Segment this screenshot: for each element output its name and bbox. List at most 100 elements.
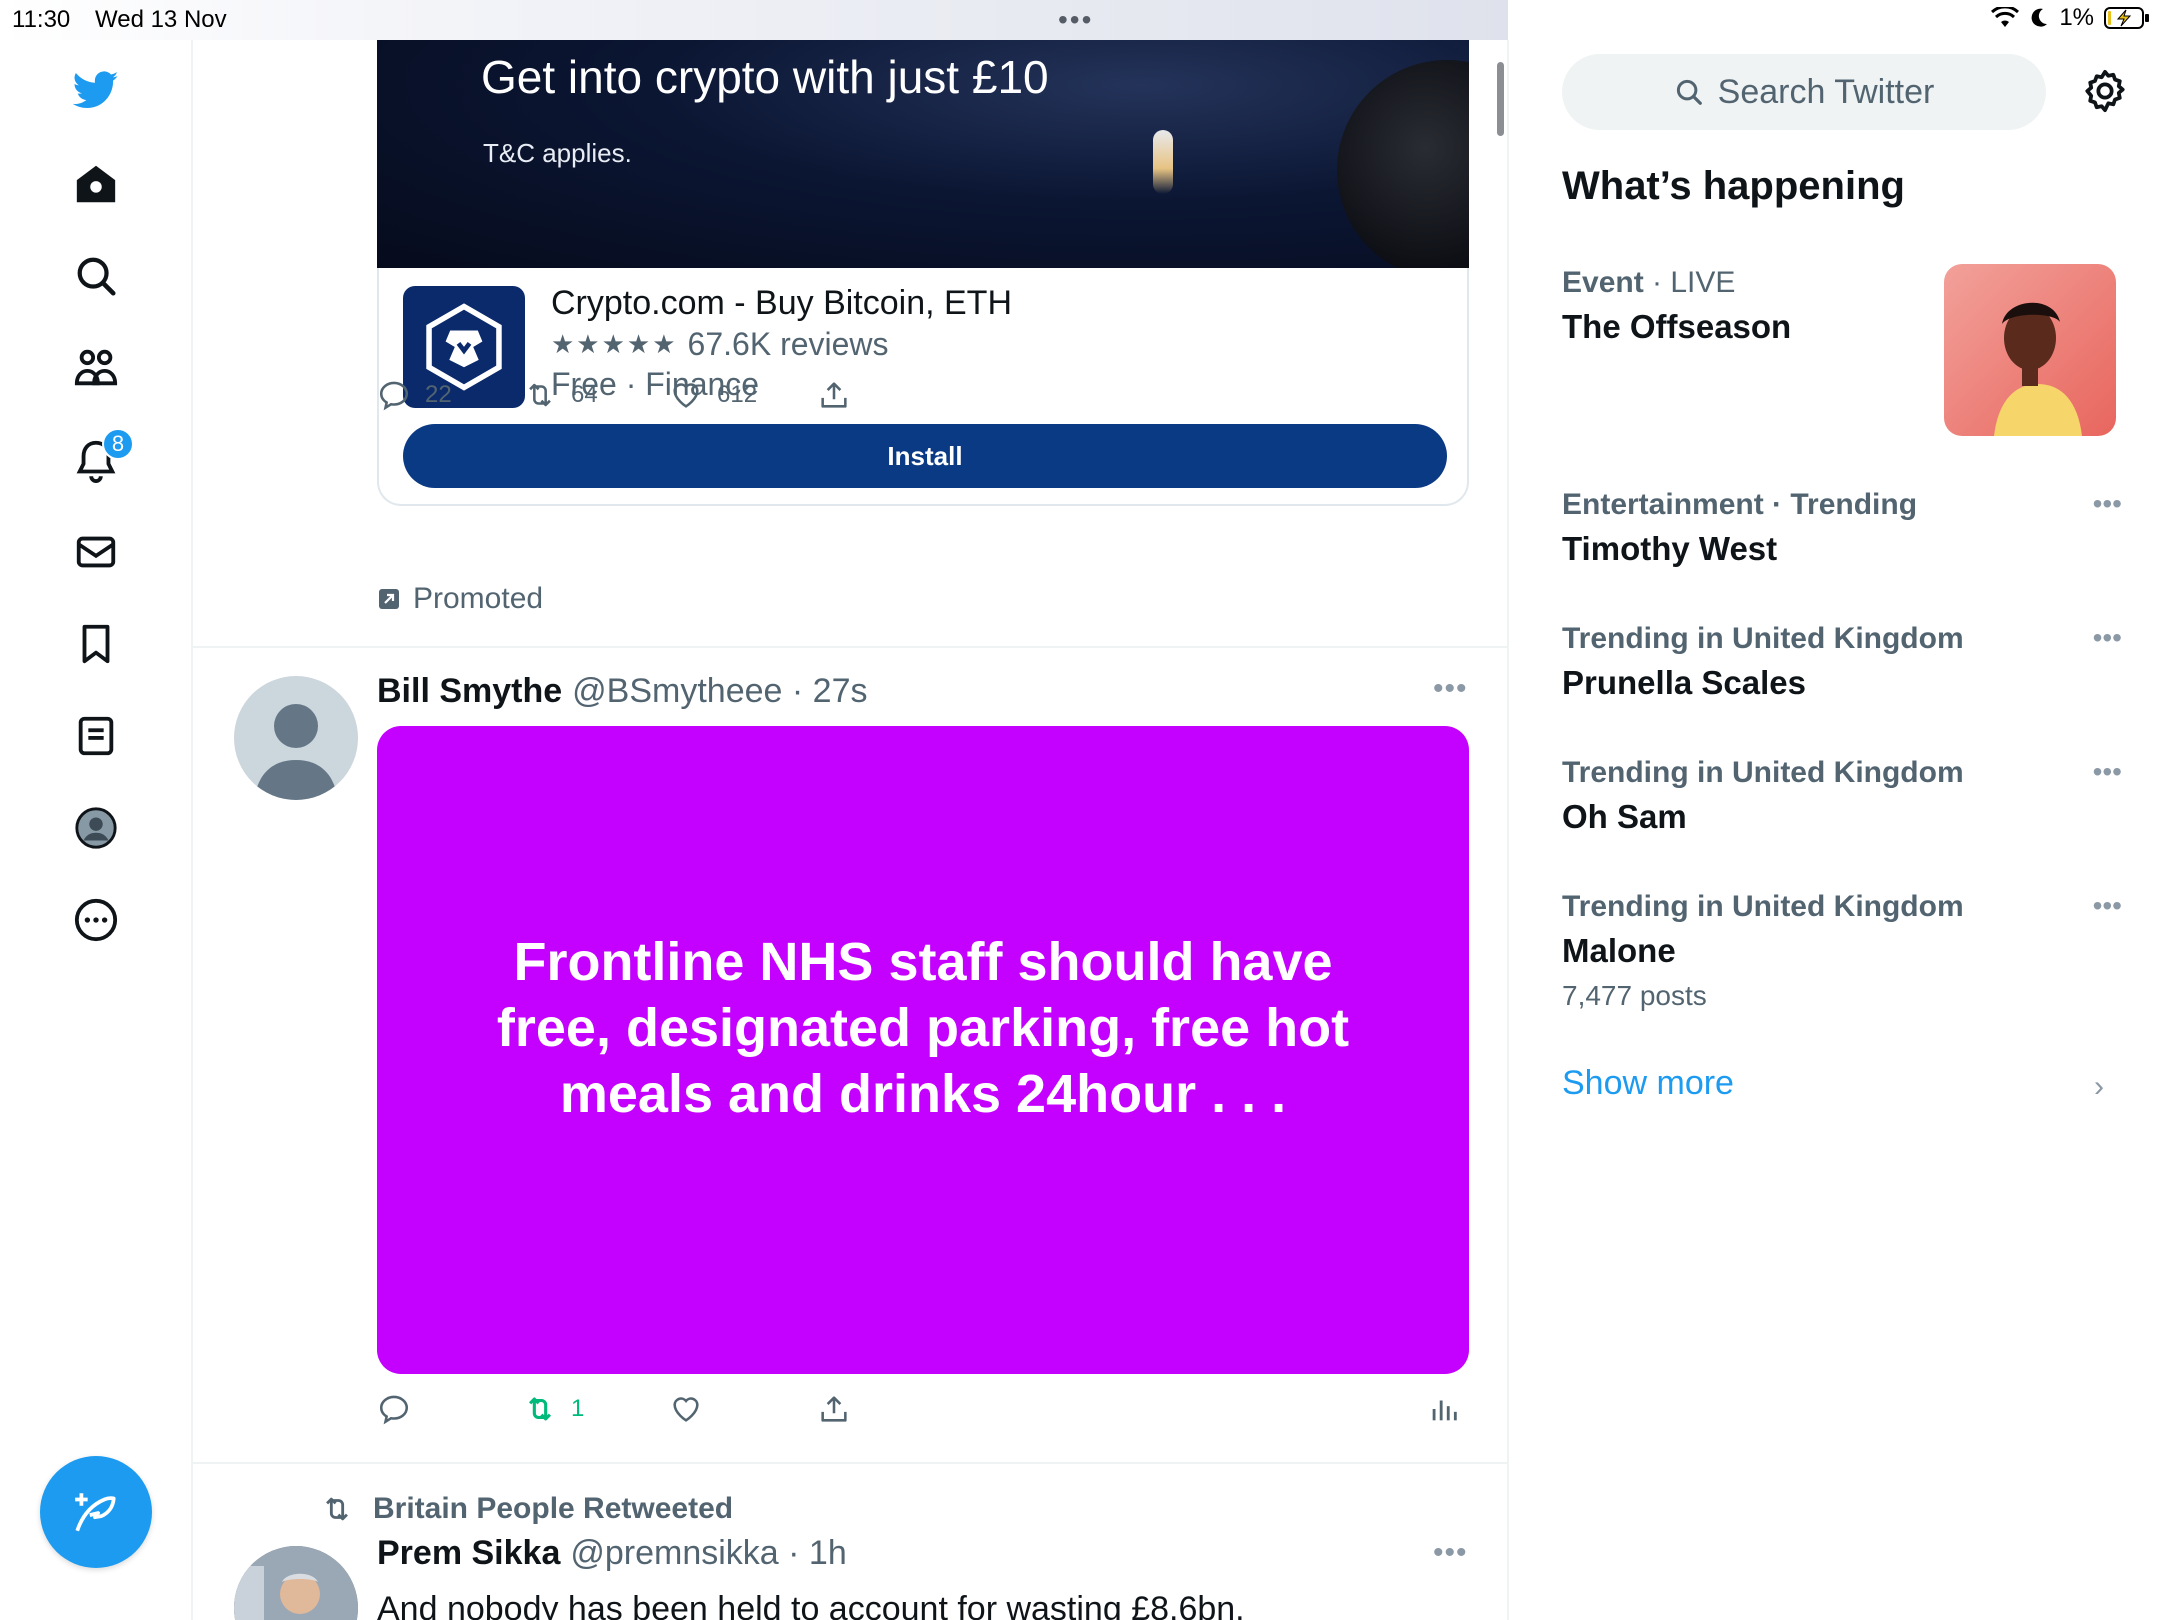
share-icon: [821, 382, 847, 408]
avatar[interactable]: [234, 1546, 358, 1620]
reply-icon: [379, 381, 409, 411]
trend-name: Oh Sam: [1562, 798, 1687, 835]
trend-item[interactable]: Trending in United Kingdom Oh Sam •••: [1562, 756, 2122, 836]
status-bar: 11:30 Wed 13 Nov ••• 1%: [0, 0, 2160, 40]
ad-banner-flare: [1153, 130, 1173, 194]
show-more-link[interactable]: Show more: [1562, 1064, 1734, 1103]
trend-context: Entertainment · Trending: [1562, 488, 2122, 522]
communities-icon[interactable]: [66, 338, 126, 398]
retweet-button[interactable]: 1: [523, 1392, 584, 1426]
trend-name: Prunella Scales: [1562, 664, 1806, 701]
status-time: 11:30: [12, 6, 71, 33]
tweet-author-handle[interactable]: @BSmytheee · 27s: [572, 672, 867, 711]
profile-icon[interactable]: [66, 798, 126, 858]
moon-icon: [2031, 8, 2048, 27]
retweeted-by[interactable]: Britain People Retweeted: [317, 1492, 733, 1526]
ad-headline: Get into crypto with just £10: [481, 51, 1049, 103]
analytics-icon: [1432, 1400, 1457, 1421]
trend-context: Trending in United Kingdom: [1562, 622, 2122, 656]
promoted-icon: [379, 589, 399, 609]
compose-icon: [75, 1493, 116, 1532]
trend-item[interactable]: Trending in United Kingdom Malone 7,477 …: [1562, 890, 2122, 1012]
more-icon[interactable]: [66, 890, 126, 950]
install-button[interactable]: Install: [403, 424, 1447, 488]
compose-button[interactable]: [40, 1456, 152, 1568]
battery-charging-icon: [2104, 7, 2149, 29]
like-button[interactable]: [669, 1392, 703, 1426]
share-button[interactable]: [817, 1392, 851, 1426]
tweet-more-icon[interactable]: •••: [1433, 672, 1468, 706]
whats-happening-title: What’s happening: [1562, 164, 1905, 208]
trend-more-icon[interactable]: •••: [2093, 622, 2122, 654]
reply-button[interactable]: [377, 1392, 411, 1426]
trend-context-category: Trending in United Kingdom: [1562, 756, 1964, 789]
tweet-author-handle[interactable]: @premnsikka · 1h: [570, 1534, 846, 1573]
event-image[interactable]: [1944, 264, 2116, 436]
chevron-right-icon[interactable]: ›: [2094, 1070, 2104, 1104]
app-reviews: 67.6K reviews: [687, 326, 889, 362]
like-button[interactable]: 612: [669, 378, 757, 412]
tweet-image[interactable]: Frontline NHS staff should have free, de…: [377, 726, 1469, 1374]
ad-banner-image[interactable]: Get into crypto with just £10 T&C applie…: [377, 40, 1469, 268]
status-date: Wed 13 Nov: [95, 6, 227, 33]
tweet-header: Prem Sikka @premnsikka · 1h: [377, 1534, 847, 1573]
search-bar[interactable]: Search Twitter: [1562, 54, 2046, 130]
reply-count: 22: [425, 381, 452, 408]
retweet-count: 64: [571, 381, 598, 408]
notifications-icon[interactable]: 8: [66, 428, 134, 490]
trend-context: Trending in United Kingdom: [1562, 890, 2122, 924]
trend-context-category: Trending in United Kingdom: [1562, 622, 1964, 655]
reply-button[interactable]: 22: [377, 378, 452, 412]
search-placeholder: Search Twitter: [1717, 72, 1935, 111]
wifi-icon: [1991, 7, 2020, 27]
retweeted-by-text: Britain People Retweeted: [373, 1492, 734, 1525]
promoted-label: Promoted: [377, 582, 543, 616]
scroll-indicator[interactable]: [1497, 62, 1504, 136]
trend-more-icon[interactable]: •••: [2093, 890, 2122, 922]
tweet-more-icon[interactable]: •••: [1433, 1536, 1468, 1570]
lists-icon[interactable]: [66, 706, 126, 766]
tweet-action-bar: 1: [377, 1392, 1469, 1436]
like-icon: [673, 1397, 699, 1422]
trend-item[interactable]: Entertainment · Trending Timothy West ••…: [1562, 488, 2122, 568]
home-icon[interactable]: [66, 154, 126, 214]
tweet-image-text: Frontline NHS staff should have free, de…: [496, 932, 1350, 1124]
trend-more-icon[interactable]: •••: [2093, 488, 2122, 520]
trend-name: Malone: [1562, 932, 1676, 969]
trend-context-category: Trending in United Kingdom: [1562, 890, 1964, 923]
tweet-author-name[interactable]: Bill Smythe: [377, 672, 562, 711]
search-icon: [1676, 79, 1702, 105]
twitter-logo-icon[interactable]: [66, 60, 126, 120]
retweet-icon: [529, 383, 551, 407]
reply-icon: [379, 1395, 409, 1425]
status-indicators: 1%: [1991, 4, 2150, 32]
gear-icon[interactable]: [2080, 66, 2130, 116]
trend-context: Trending in United Kingdom: [1562, 756, 2122, 790]
promoted-text: Promoted: [413, 582, 544, 615]
analytics-button[interactable]: [1427, 1392, 1461, 1426]
ad-terms: T&C applies.: [483, 138, 632, 168]
bookmarks-icon[interactable]: [66, 614, 126, 674]
retweet-icon: [326, 1497, 348, 1521]
search-icon[interactable]: [66, 246, 126, 306]
trend-more-icon[interactable]: •••: [2093, 756, 2122, 788]
tweet-author-name[interactable]: Prem Sikka: [377, 1534, 560, 1573]
timeline[interactable]: Get into crypto with just £10 T&C applie…: [193, 40, 1509, 1620]
tweet-divider: [193, 646, 1507, 648]
trend-context-category: Entertainment · Trending: [1562, 488, 1918, 521]
avatar[interactable]: [234, 676, 358, 800]
tweet-header: Bill Smythe @BSmytheee · 27s: [377, 672, 867, 711]
like-count: 612: [717, 381, 758, 408]
trend-item[interactable]: Trending in United Kingdom Prunella Scal…: [1562, 622, 2122, 702]
share-button[interactable]: [817, 378, 851, 412]
retweet-button[interactable]: 64: [523, 378, 598, 412]
retweet-count: 1: [571, 1395, 585, 1422]
left-navigation: 8: [0, 40, 193, 1620]
messages-icon[interactable]: [66, 522, 126, 582]
multitasking-dots-icon[interactable]: •••: [1058, 4, 1093, 36]
trend-context-category: Event: [1562, 266, 1644, 299]
app-name: Crypto.com - Buy Bitcoin, ETH: [551, 284, 1013, 322]
retweet-icon: [528, 1397, 552, 1421]
share-icon: [821, 1396, 847, 1422]
app-rating: ★★★★★ 67.6K reviews: [551, 326, 889, 363]
